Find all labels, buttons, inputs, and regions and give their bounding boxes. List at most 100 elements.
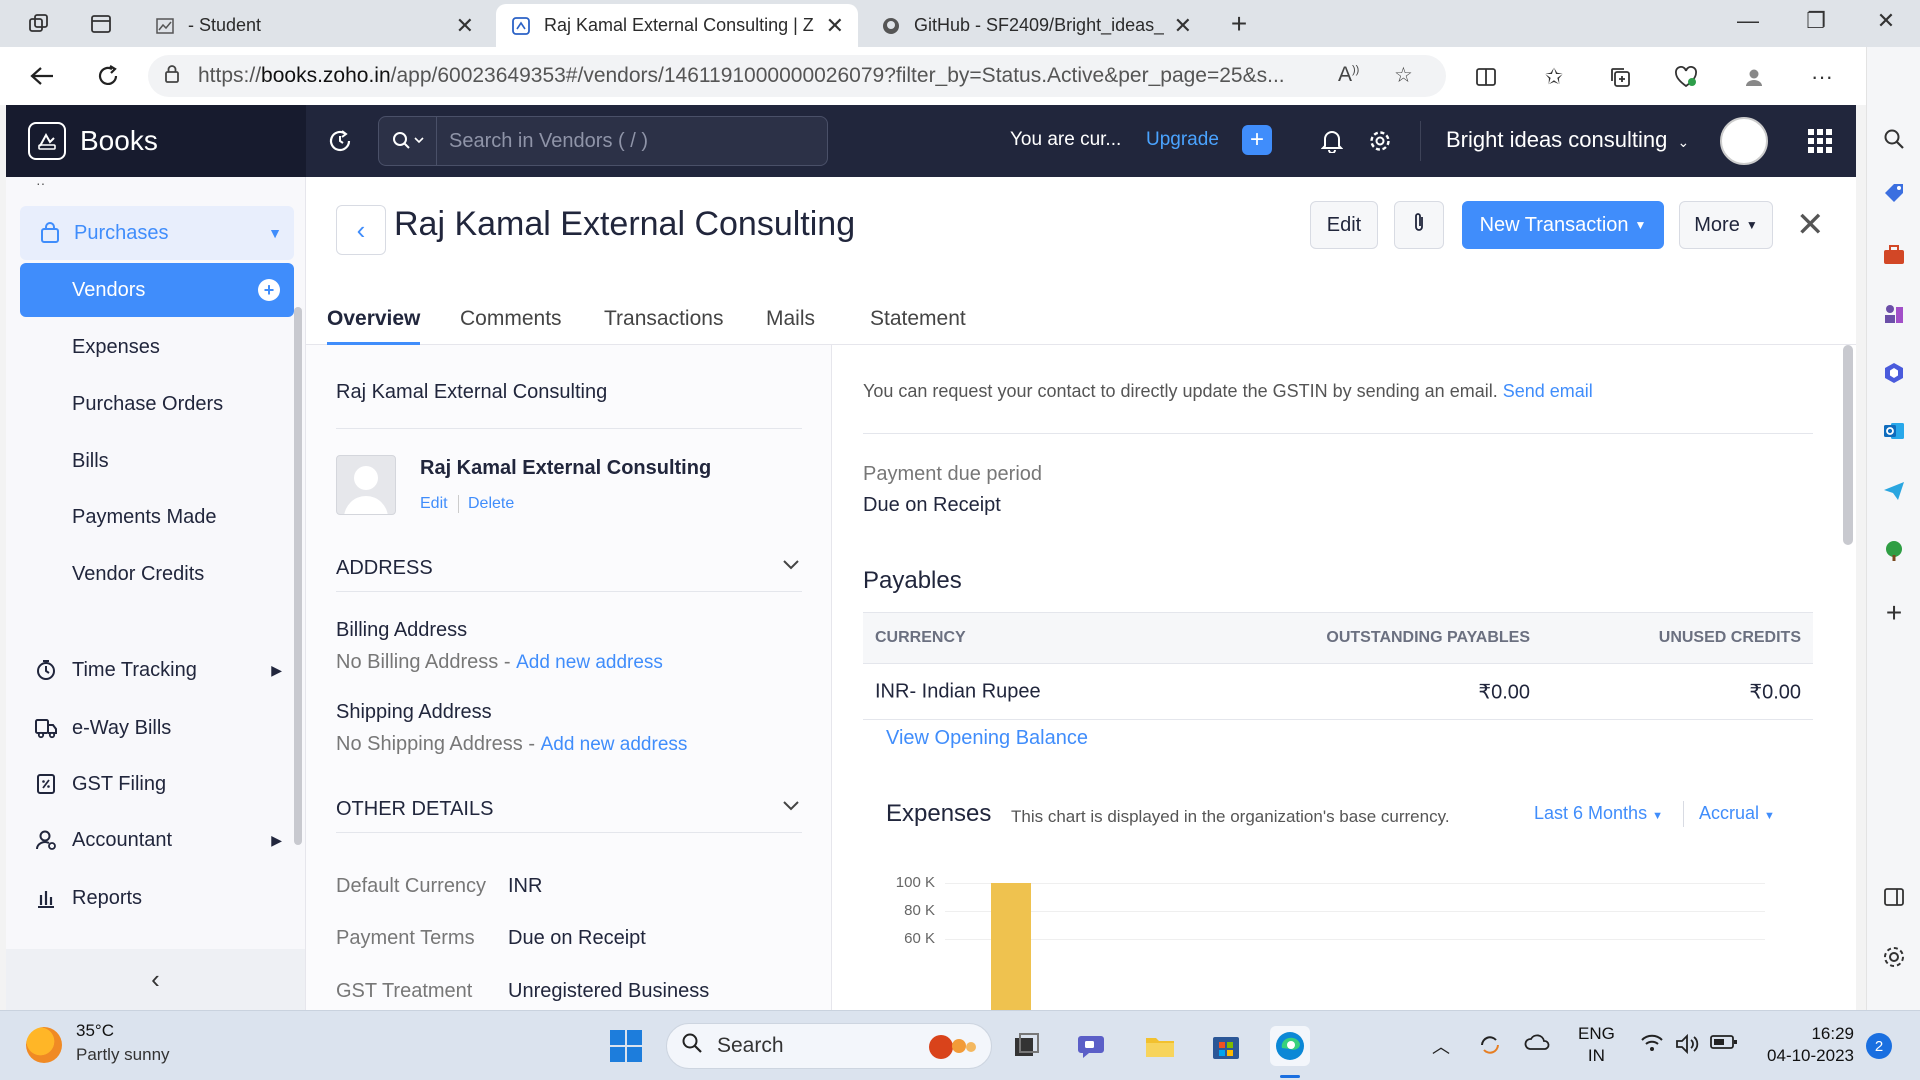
sidebar-item-bills[interactable]: Bills [20,434,294,488]
volume-icon[interactable] [1674,1033,1700,1061]
edge-browser-icon[interactable] [1270,1026,1310,1066]
back-arrow-icon[interactable] [24,59,60,93]
sidebar-item-vendor-credits[interactable]: Vendor Credits [20,547,294,601]
tab-actions-icon[interactable] [86,9,116,39]
favorites-icon[interactable]: ✩ [1538,61,1570,93]
user-avatar[interactable] [1720,117,1768,165]
add-sidebar-app-icon[interactable]: + [1878,597,1910,629]
sidebar-item-accountant[interactable]: Accountant ▶ [20,813,294,867]
organization-switcher[interactable]: Bright ideas consulting ⌄ [1446,127,1689,153]
tab-overview[interactable]: Overview [327,307,421,345]
chevron-down-icon[interactable] [782,796,800,817]
tab-comments[interactable]: Comments [460,307,562,331]
contact-edit-link[interactable]: Edit [420,495,448,513]
weather-temperature[interactable]: 35°C [76,1021,114,1041]
vendor-search-box[interactable]: Search in Vendors ( / ) [378,116,828,166]
hide-sidebar-icon[interactable] [1878,881,1910,913]
games-chess-icon[interactable] [1878,297,1910,329]
refresh-icon[interactable] [90,59,126,93]
new-transaction-button[interactable]: New Transaction ▼ [1462,201,1664,249]
upgrade-link[interactable]: Upgrade [1146,129,1219,151]
tab-statement[interactable]: Statement [870,307,966,331]
settings-gear-icon[interactable] [1878,941,1910,973]
chevron-down-icon[interactable] [782,555,800,576]
notification-badge[interactable]: 2 [1866,1033,1892,1059]
sidebar-item-purchase-orders[interactable]: Purchase Orders [20,377,294,431]
file-explorer-icon[interactable] [1140,1026,1180,1066]
sidebar-item-payments-made[interactable]: Payments Made [20,490,294,544]
close-window-icon[interactable]: ✕ [1866,8,1906,34]
quick-create-button[interactable]: + [1242,125,1272,155]
microsoft365-icon[interactable] [1878,357,1910,389]
favorite-star-icon[interactable]: ☆ [1394,63,1413,88]
microsoft-store-icon[interactable] [1206,1026,1246,1066]
period-dropdown[interactable]: Last 6 Months ▼ [1534,803,1663,824]
input-language-indicator[interactable]: ENG IN [1578,1023,1615,1067]
expense-bar[interactable] [991,883,1031,1010]
telegram-send-icon[interactable] [1878,475,1910,507]
sidebar-item-time-tracking[interactable]: Time Tracking ▶ [20,643,294,697]
minimize-icon[interactable]: — [1728,8,1768,34]
tab-transactions[interactable]: Transactions [604,307,723,331]
add-vendor-icon[interactable]: + [258,279,280,301]
sync-icon[interactable] [1478,1033,1502,1063]
outlook-icon[interactable] [1878,415,1910,447]
new-tab-icon[interactable]: + [1224,8,1254,39]
search-placeholder[interactable]: Search in Vendors ( / ) [437,130,648,153]
add-billing-address-link[interactable]: Add new address [516,652,663,673]
view-opening-balance-link[interactable]: View Opening Balance [886,727,1088,750]
teams-chat-icon[interactable] [1072,1026,1112,1066]
shopping-tag-icon[interactable] [1878,177,1910,209]
search-icon[interactable] [1878,123,1910,155]
task-view-icon[interactable] [1006,1026,1046,1066]
sidebar-item-vendors[interactable]: Vendors + [20,263,294,317]
close-tab-icon[interactable]: ✕ [1174,13,1192,39]
sidebar-item-eway-bills[interactable]: e-Way Bills [20,701,294,755]
browser-tab-zoho[interactable]: Raj Kamal External Consulting | Z ✕ [496,4,858,47]
workspaces-icon[interactable] [24,9,54,39]
taskbar-search[interactable]: Search [666,1023,992,1069]
send-email-link[interactable]: Send email [1503,381,1593,401]
search-filter-dropdown[interactable] [379,117,437,165]
back-button[interactable]: ‹ [336,205,386,255]
app-grid-icon[interactable] [1808,129,1832,153]
browser-essentials-icon[interactable] [1670,61,1702,93]
address-section-header[interactable]: ADDRESS [336,557,433,580]
show-hidden-icons-chevron-icon[interactable]: ︿ [1432,1033,1450,1059]
windows-start-icon[interactable] [606,1026,646,1066]
onedrive-cloud-icon[interactable] [1524,1033,1550,1057]
tab-mails[interactable]: Mails [766,307,815,331]
sidebar-item-reports[interactable]: Reports [20,871,294,925]
weather-sun-icon[interactable] [26,1027,62,1063]
content-scrollbar[interactable] [1843,345,1853,545]
browser-tab-github[interactable]: GitHub - SF2409/Bright_ideas_co ✕ [866,4,1206,47]
system-clock[interactable]: 16:29 04-10-2023 [1762,1023,1854,1067]
wifi-icon[interactable] [1640,1033,1664,1059]
close-icon[interactable]: ✕ [1796,205,1825,245]
sidebar-item-expenses[interactable]: Expenses [20,320,294,374]
lock-icon[interactable] [164,64,180,89]
split-screen-icon[interactable] [1470,61,1502,93]
browser-tab-student[interactable]: - Student ✕ [140,4,488,47]
sidebar-section-purchases[interactable]: Purchases ▼ [20,206,294,260]
url-field[interactable]: https://books.zoho.in/app/60023649353#/v… [148,55,1446,97]
battery-icon[interactable] [1710,1033,1738,1056]
other-details-section-header[interactable]: OTHER DETAILS [336,798,493,821]
tools-briefcase-icon[interactable] [1878,239,1910,271]
collapse-sidebar-button[interactable]: ‹ [6,949,305,1010]
attachment-button[interactable] [1394,201,1444,249]
recent-history-icon[interactable] [324,125,356,157]
close-tab-icon[interactable]: ✕ [456,13,474,39]
basis-dropdown[interactable]: Accrual ▼ [1699,803,1775,824]
sidebar-scrollbar[interactable] [294,307,302,845]
read-aloud-icon[interactable]: A)) [1338,63,1359,87]
contact-delete-link[interactable]: Delete [468,495,514,513]
add-shipping-address-link[interactable]: Add new address [541,734,688,755]
sidebar-item-gst-filing[interactable]: GST Filing [20,757,294,811]
close-tab-icon[interactable]: ✕ [826,13,844,39]
tree-app-icon[interactable] [1878,535,1910,567]
more-options-icon[interactable]: ··· [1806,61,1838,93]
notifications-bell-icon[interactable] [1316,125,1348,157]
edit-button[interactable]: Edit [1310,201,1378,249]
profile-icon[interactable] [1738,61,1770,93]
